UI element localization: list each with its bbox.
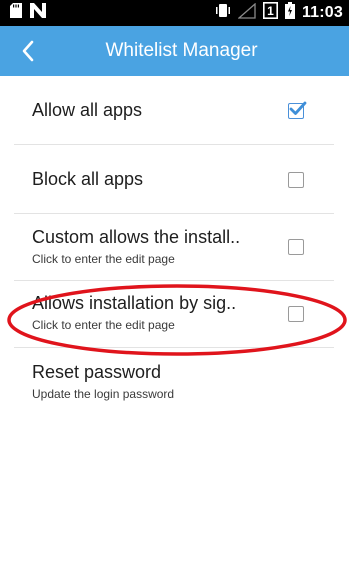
check-icon bbox=[289, 101, 307, 115]
sim-label: 1 bbox=[267, 4, 274, 18]
block-all-apps-row[interactable]: Block all apps bbox=[14, 145, 334, 214]
clock: 11:03 bbox=[301, 4, 343, 21]
allows-installation-by-signature-checkbox[interactable] bbox=[288, 306, 304, 322]
status-right-icons: 1 11:03 bbox=[215, 2, 343, 24]
allow-all-apps-row[interactable]: Allow all apps bbox=[14, 76, 334, 145]
sd-card-icon bbox=[10, 3, 22, 23]
sim-icon: 1 bbox=[262, 2, 278, 24]
item-title: Custom allows the install.. bbox=[32, 227, 241, 247]
item-title: Reset password bbox=[32, 362, 162, 382]
page-title: Whitelist Manager bbox=[105, 40, 258, 61]
custom-allows-install-row[interactable]: Custom allows the install.. Click to ent… bbox=[14, 214, 334, 281]
item-subtitle: Click to enter the edit page bbox=[32, 252, 175, 266]
app-bar: Whitelist Manager bbox=[0, 26, 349, 76]
vibrate-icon bbox=[215, 3, 231, 23]
status-bar: 1 11:03 bbox=[0, 0, 349, 26]
no-signal-icon bbox=[237, 2, 256, 24]
item-subtitle: Click to enter the edit page bbox=[32, 318, 175, 332]
item-subtitle: Update the login password bbox=[32, 387, 175, 401]
item-title: Allow all apps bbox=[32, 100, 143, 120]
item-title: Block all apps bbox=[32, 169, 144, 189]
reset-password-row[interactable]: Reset password Update the login password bbox=[14, 348, 334, 420]
block-all-apps-checkbox[interactable] bbox=[288, 172, 304, 188]
allow-all-apps-checkbox[interactable] bbox=[288, 101, 307, 119]
item-title: Allows installation by sig.. bbox=[32, 293, 237, 313]
battery-icon bbox=[284, 2, 295, 24]
status-left-icons bbox=[10, 3, 46, 23]
custom-allows-install-checkbox[interactable] bbox=[288, 239, 304, 255]
n-icon bbox=[30, 3, 46, 23]
allows-installation-by-signature-row[interactable]: Allows installation by sig.. Click to en… bbox=[14, 281, 334, 348]
settings-list: Allow all apps Block all apps Custom all… bbox=[14, 76, 334, 420]
